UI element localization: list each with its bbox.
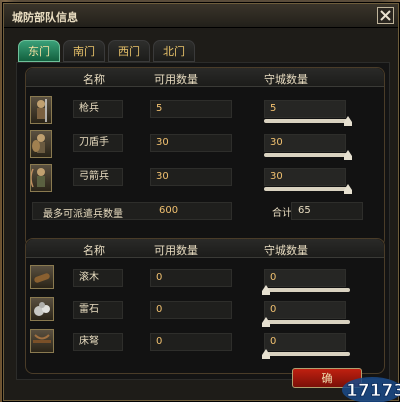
gate-tabs: 东门 南门 西门 北门 — [18, 40, 195, 62]
log-icon — [30, 265, 54, 289]
troop-garrison-input[interactable]: 5 — [264, 100, 346, 118]
header-name: 名称 — [83, 244, 105, 257]
max-dispatch-label: 最多可派遣兵数量 — [43, 209, 123, 220]
spearman-portrait-icon — [30, 96, 52, 124]
troop-garrison-slider[interactable] — [264, 184, 352, 194]
equipment-name: 滚木 — [73, 269, 123, 287]
equipment-row-stone: 雷石 0 0 — [26, 297, 384, 327]
close-icon — [380, 10, 391, 21]
site-watermark-logo: 17173 — [342, 377, 400, 402]
ballista-icon — [30, 329, 54, 353]
total-box: 65 — [291, 202, 363, 220]
equipment-name: 雷石 — [73, 301, 123, 319]
troop-name: 弓箭兵 — [73, 168, 123, 186]
title-bar: 城防部队信息 — [4, 4, 398, 28]
equipment-garrison-slider[interactable] — [262, 285, 350, 295]
tab-east-gate[interactable]: 东门 — [18, 40, 60, 62]
tab-west-gate[interactable]: 西门 — [108, 40, 150, 62]
garrison-window: 城防部队信息 东门 南门 西门 北门 名称 可用数量 守城数量 枪兵 5 5 刀… — [3, 3, 400, 402]
troop-row-spearman: 枪兵 5 5 — [26, 96, 384, 126]
troop-row-swordshield: 刀盾手 30 30 — [26, 130, 384, 160]
equipment-available: 0 — [150, 333, 232, 351]
window-title: 城防部队信息 — [12, 11, 78, 24]
equipment-available: 0 — [150, 269, 232, 287]
archer-portrait-icon — [30, 164, 52, 192]
equipment-garrison-slider[interactable] — [262, 317, 350, 327]
equipment-garrison-input[interactable]: 0 — [264, 333, 346, 351]
header-name: 名称 — [83, 73, 105, 86]
max-dispatch-value: 600 — [159, 205, 179, 216]
troop-garrison-slider[interactable] — [264, 150, 352, 160]
troop-available: 30 — [150, 168, 232, 186]
max-dispatch-box: 最多可派遣兵数量 600 — [32, 202, 232, 220]
equipment-section: 名称 可用数量 守城数量 滚木 0 0 雷石 0 0 床弩 0 0 — [25, 238, 385, 374]
troop-available: 5 — [150, 100, 232, 118]
content-panel: 名称 可用数量 守城数量 枪兵 5 5 刀盾手 30 30 弓箭兵 30 30 … — [16, 62, 390, 380]
troop-name: 刀盾手 — [73, 134, 123, 152]
troops-header: 名称 可用数量 守城数量 — [26, 68, 384, 87]
equipment-row-ballista: 床弩 0 0 — [26, 329, 384, 359]
troop-name: 枪兵 — [73, 100, 123, 118]
stone-icon — [30, 297, 54, 321]
header-available: 可用数量 — [154, 73, 198, 86]
tab-south-gate[interactable]: 南门 — [63, 40, 105, 62]
equipment-garrison-slider[interactable] — [262, 349, 350, 359]
total-label: 合计 — [272, 208, 292, 219]
troop-garrison-input[interactable]: 30 — [264, 134, 346, 152]
close-button[interactable] — [377, 7, 394, 24]
equipment-row-log: 滚木 0 0 — [26, 265, 384, 295]
troop-garrison-slider[interactable] — [264, 116, 352, 126]
header-garrison: 守城数量 — [264, 244, 308, 257]
troop-available: 30 — [150, 134, 232, 152]
equipment-garrison-input[interactable]: 0 — [264, 301, 346, 319]
header-available: 可用数量 — [154, 244, 198, 257]
equipment-name: 床弩 — [73, 333, 123, 351]
swordshield-portrait-icon — [30, 130, 52, 158]
troop-garrison-input[interactable]: 30 — [264, 168, 346, 186]
troops-section: 名称 可用数量 守城数量 枪兵 5 5 刀盾手 30 30 弓箭兵 30 30 … — [25, 67, 385, 247]
total-value: 65 — [298, 205, 311, 216]
svg-text:17173: 17173 — [346, 381, 400, 401]
troop-row-archer: 弓箭兵 30 30 — [26, 164, 384, 194]
header-garrison: 守城数量 — [264, 73, 308, 86]
summary-row: 最多可派遣兵数量 600 合计 65 — [26, 202, 384, 232]
equipment-garrison-input[interactable]: 0 — [264, 269, 346, 287]
tab-north-gate[interactable]: 北门 — [153, 40, 195, 62]
equipment-available: 0 — [150, 301, 232, 319]
equipment-header: 名称 可用数量 守城数量 — [26, 239, 384, 258]
